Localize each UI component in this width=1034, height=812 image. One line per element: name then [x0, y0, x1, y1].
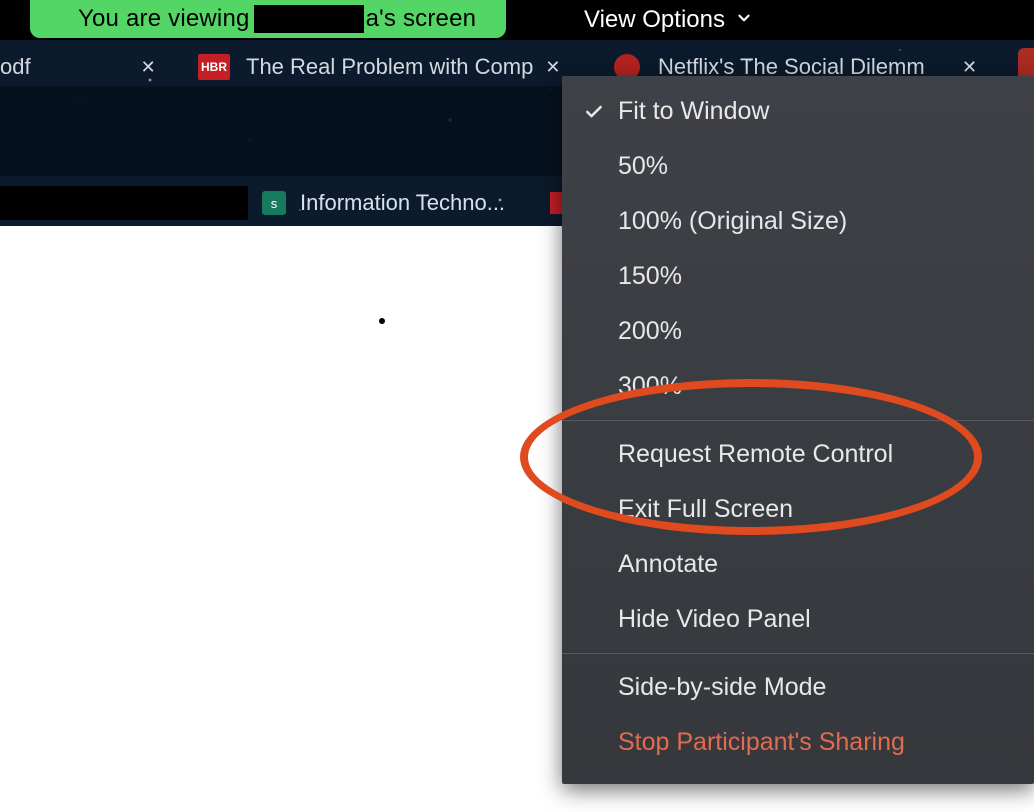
- menu-item-zoom-150[interactable]: 150%: [562, 249, 1034, 304]
- sharepoint-icon: s: [262, 191, 286, 215]
- menu-label: Annotate: [618, 550, 1012, 579]
- menu-item-side-by-side[interactable]: Side-by-side Mode: [562, 660, 1034, 715]
- checkmark-icon: [584, 102, 618, 122]
- menu-item-zoom-200[interactable]: 200%: [562, 304, 1034, 359]
- top-bar: You are viewing a's screen View Options: [0, 0, 1034, 40]
- menu-divider: [562, 420, 1034, 421]
- menu-item-zoom-300[interactable]: 300%: [562, 359, 1034, 414]
- redacted-name: [254, 5, 364, 33]
- tab-label: odf: [0, 54, 31, 80]
- menu-label: Fit to Window: [618, 97, 1012, 126]
- viewing-suffix: a's screen: [366, 5, 477, 33]
- menu-label: Exit Full Screen: [618, 495, 1012, 524]
- view-options-label: View Options: [584, 6, 725, 34]
- menu-label: Hide Video Panel: [618, 605, 1012, 634]
- chevron-down-icon: [735, 6, 753, 34]
- menu-item-request-remote-control[interactable]: Request Remote Control: [562, 427, 1034, 482]
- menu-item-annotate[interactable]: Annotate: [562, 537, 1034, 592]
- close-icon[interactable]: ✕: [545, 57, 560, 78]
- browser-tab-pdf[interactable]: odf ✕: [0, 54, 156, 80]
- menu-label: 150%: [618, 262, 1012, 291]
- hbr-icon: HBR: [198, 54, 230, 80]
- menu-divider: [562, 653, 1034, 654]
- menu-label: 100% (Original Size): [618, 207, 1012, 236]
- close-icon[interactable]: ✕: [962, 57, 977, 78]
- tab-label: Information Techno...: [300, 190, 505, 216]
- menu-item-hide-video-panel[interactable]: Hide Video Panel: [562, 592, 1034, 647]
- view-options-menu: Fit to Window 50% 100% (Original Size) 1…: [562, 76, 1034, 784]
- viewing-banner: You are viewing a's screen: [30, 0, 506, 38]
- close-icon[interactable]: ✕: [141, 57, 156, 78]
- menu-item-zoom-100[interactable]: 100% (Original Size): [562, 194, 1034, 249]
- view-options-button[interactable]: View Options: [562, 0, 771, 40]
- redacted-tab: [0, 186, 248, 220]
- menu-label: Stop Participant's Sharing: [618, 728, 1012, 757]
- menu-item-fit-to-window[interactable]: Fit to Window: [562, 84, 1034, 139]
- viewing-prefix: You are viewing: [78, 5, 250, 33]
- menu-item-exit-full-screen[interactable]: Exit Full Screen: [562, 482, 1034, 537]
- menu-label: 50%: [618, 152, 1012, 181]
- browser-tab-hbr[interactable]: HBR The Real Problem with Comp ✕: [198, 54, 560, 80]
- menu-item-stop-sharing[interactable]: Stop Participant's Sharing: [562, 715, 1034, 770]
- tab-label: The Real Problem with Comp: [246, 54, 533, 80]
- menu-label: 200%: [618, 317, 1012, 346]
- browser-tab-it[interactable]: s Information Techno...: [262, 190, 505, 216]
- menu-label: Side-by-side Mode: [618, 673, 1012, 702]
- menu-label: 300%: [618, 372, 1012, 401]
- bullet-dot: [379, 318, 385, 324]
- menu-label: Request Remote Control: [618, 440, 1012, 469]
- menu-item-zoom-50[interactable]: 50%: [562, 139, 1034, 194]
